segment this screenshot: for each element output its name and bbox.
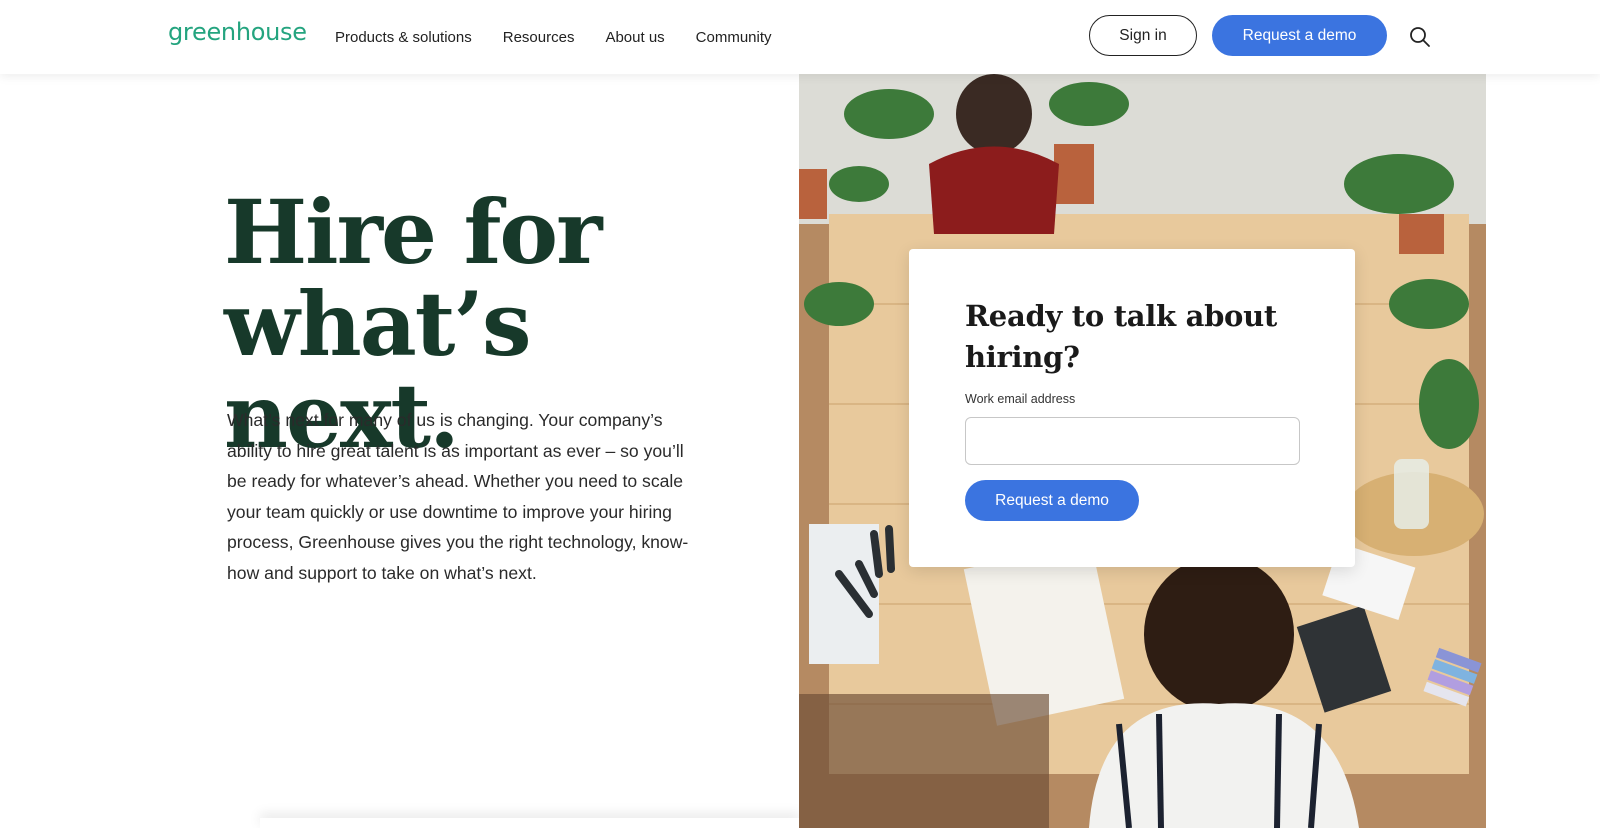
email-label: Work email address (965, 392, 1076, 406)
email-field[interactable] (965, 417, 1300, 465)
greenhouse-logo[interactable]: greenhouse (168, 18, 307, 46)
nav-community[interactable]: Community (696, 29, 772, 46)
site-header: greenhouse Products & solutions Resource… (0, 0, 1600, 74)
sign-in-button[interactable]: Sign in (1089, 15, 1197, 56)
nav-about-us[interactable]: About us (605, 29, 664, 46)
section-edge (260, 818, 800, 828)
main-nav: Products & solutions Resources About us … (335, 0, 772, 74)
hero-description: What’s next for many of us is changing. … (227, 410, 689, 583)
nav-resources[interactable]: Resources (503, 29, 575, 46)
search-icon[interactable] (1409, 26, 1431, 48)
request-demo-card-button[interactable]: Request a demo (965, 480, 1139, 521)
demo-request-card: Ready to talk about hiring? Work email a… (909, 249, 1355, 567)
hero-title-line1: Hire for (224, 180, 602, 284)
nav-products-solutions[interactable]: Products & solutions (335, 29, 472, 46)
request-demo-header-button[interactable]: Request a demo (1212, 15, 1387, 56)
card-title: Ready to talk about hiring? (965, 299, 1277, 374)
